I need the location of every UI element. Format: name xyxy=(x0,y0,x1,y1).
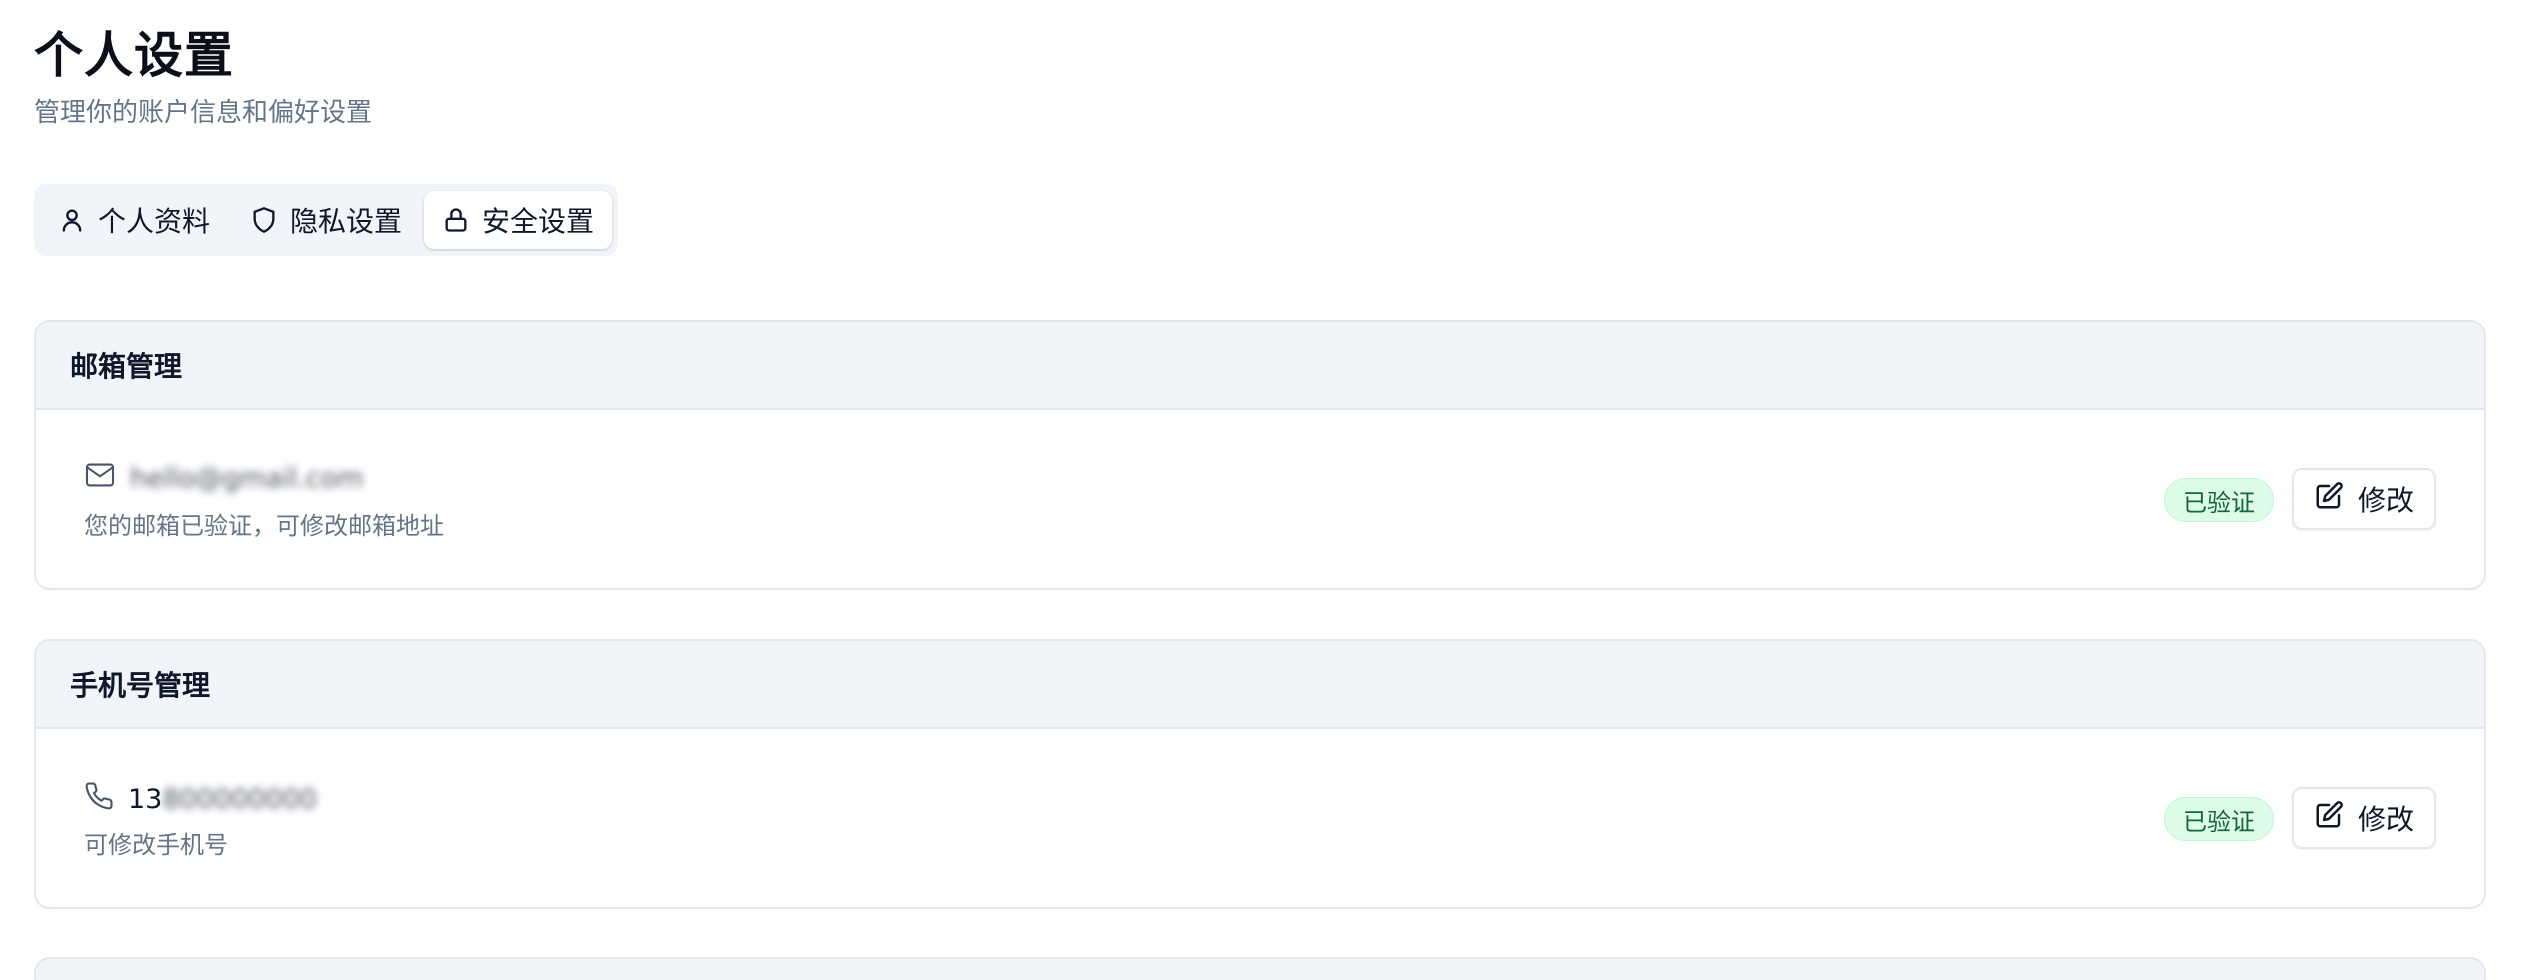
mail-icon xyxy=(84,462,116,495)
phone-value-masked: 800000000 xyxy=(162,784,317,815)
page-subtitle: 管理你的账户信息和偏好设置 xyxy=(34,98,373,128)
phone-row: 13800000000 xyxy=(84,781,317,818)
tab-security-label: 安全设置 xyxy=(482,205,595,238)
phone-card-title: 手机号管理 xyxy=(36,641,2484,729)
settings-page: 个人设置 管理你的账户信息和偏好设置 个人资料 隐私设置 安全设置 邮箱管理 h… xyxy=(0,0,2528,980)
shield-icon xyxy=(250,206,278,234)
email-card-body: hello@gmail.com 您的邮箱已验证，可修改邮箱地址 已验证 修改 xyxy=(36,410,2484,586)
email-card-title: 邮箱管理 xyxy=(36,322,2484,410)
edit-icon xyxy=(2314,481,2344,518)
phone-value-prefix: 13 xyxy=(128,784,163,815)
phone-description: 可修改手机号 xyxy=(84,831,228,859)
user-icon xyxy=(58,206,86,234)
tab-privacy-label: 隐私设置 xyxy=(290,205,403,238)
email-verified-badge: 已验证 xyxy=(2164,478,2274,522)
next-card xyxy=(34,957,2486,980)
tab-profile-label: 个人资料 xyxy=(98,205,211,238)
edit-icon xyxy=(2314,800,2344,837)
tab-security[interactable]: 安全设置 xyxy=(424,191,612,249)
phone-card-body: 13800000000 可修改手机号 已验证 修改 xyxy=(36,729,2484,905)
email-row: hello@gmail.com xyxy=(84,462,363,495)
email-card: 邮箱管理 hello@gmail.com 您的邮箱已验证，可修改邮箱地址 已验证 xyxy=(34,320,2486,590)
edit-email-label: 修改 xyxy=(2357,484,2414,517)
settings-tabs: 个人资料 隐私设置 安全设置 xyxy=(34,184,618,256)
phone-card: 手机号管理 13800000000 可修改手机号 已验证 修改 xyxy=(34,639,2486,909)
edit-email-button[interactable]: 修改 xyxy=(2291,468,2436,530)
phone-verified-badge: 已验证 xyxy=(2164,797,2274,841)
tab-profile[interactable]: 个人资料 xyxy=(40,191,228,249)
phone-icon xyxy=(84,781,114,818)
tab-privacy[interactable]: 隐私设置 xyxy=(232,191,420,249)
lock-icon xyxy=(442,206,470,234)
email-description: 您的邮箱已验证，可修改邮箱地址 xyxy=(84,512,444,540)
edit-phone-button[interactable]: 修改 xyxy=(2291,787,2436,849)
edit-phone-label: 修改 xyxy=(2357,803,2414,836)
email-value: hello@gmail.com xyxy=(130,463,364,494)
page-title: 个人设置 xyxy=(34,27,235,84)
